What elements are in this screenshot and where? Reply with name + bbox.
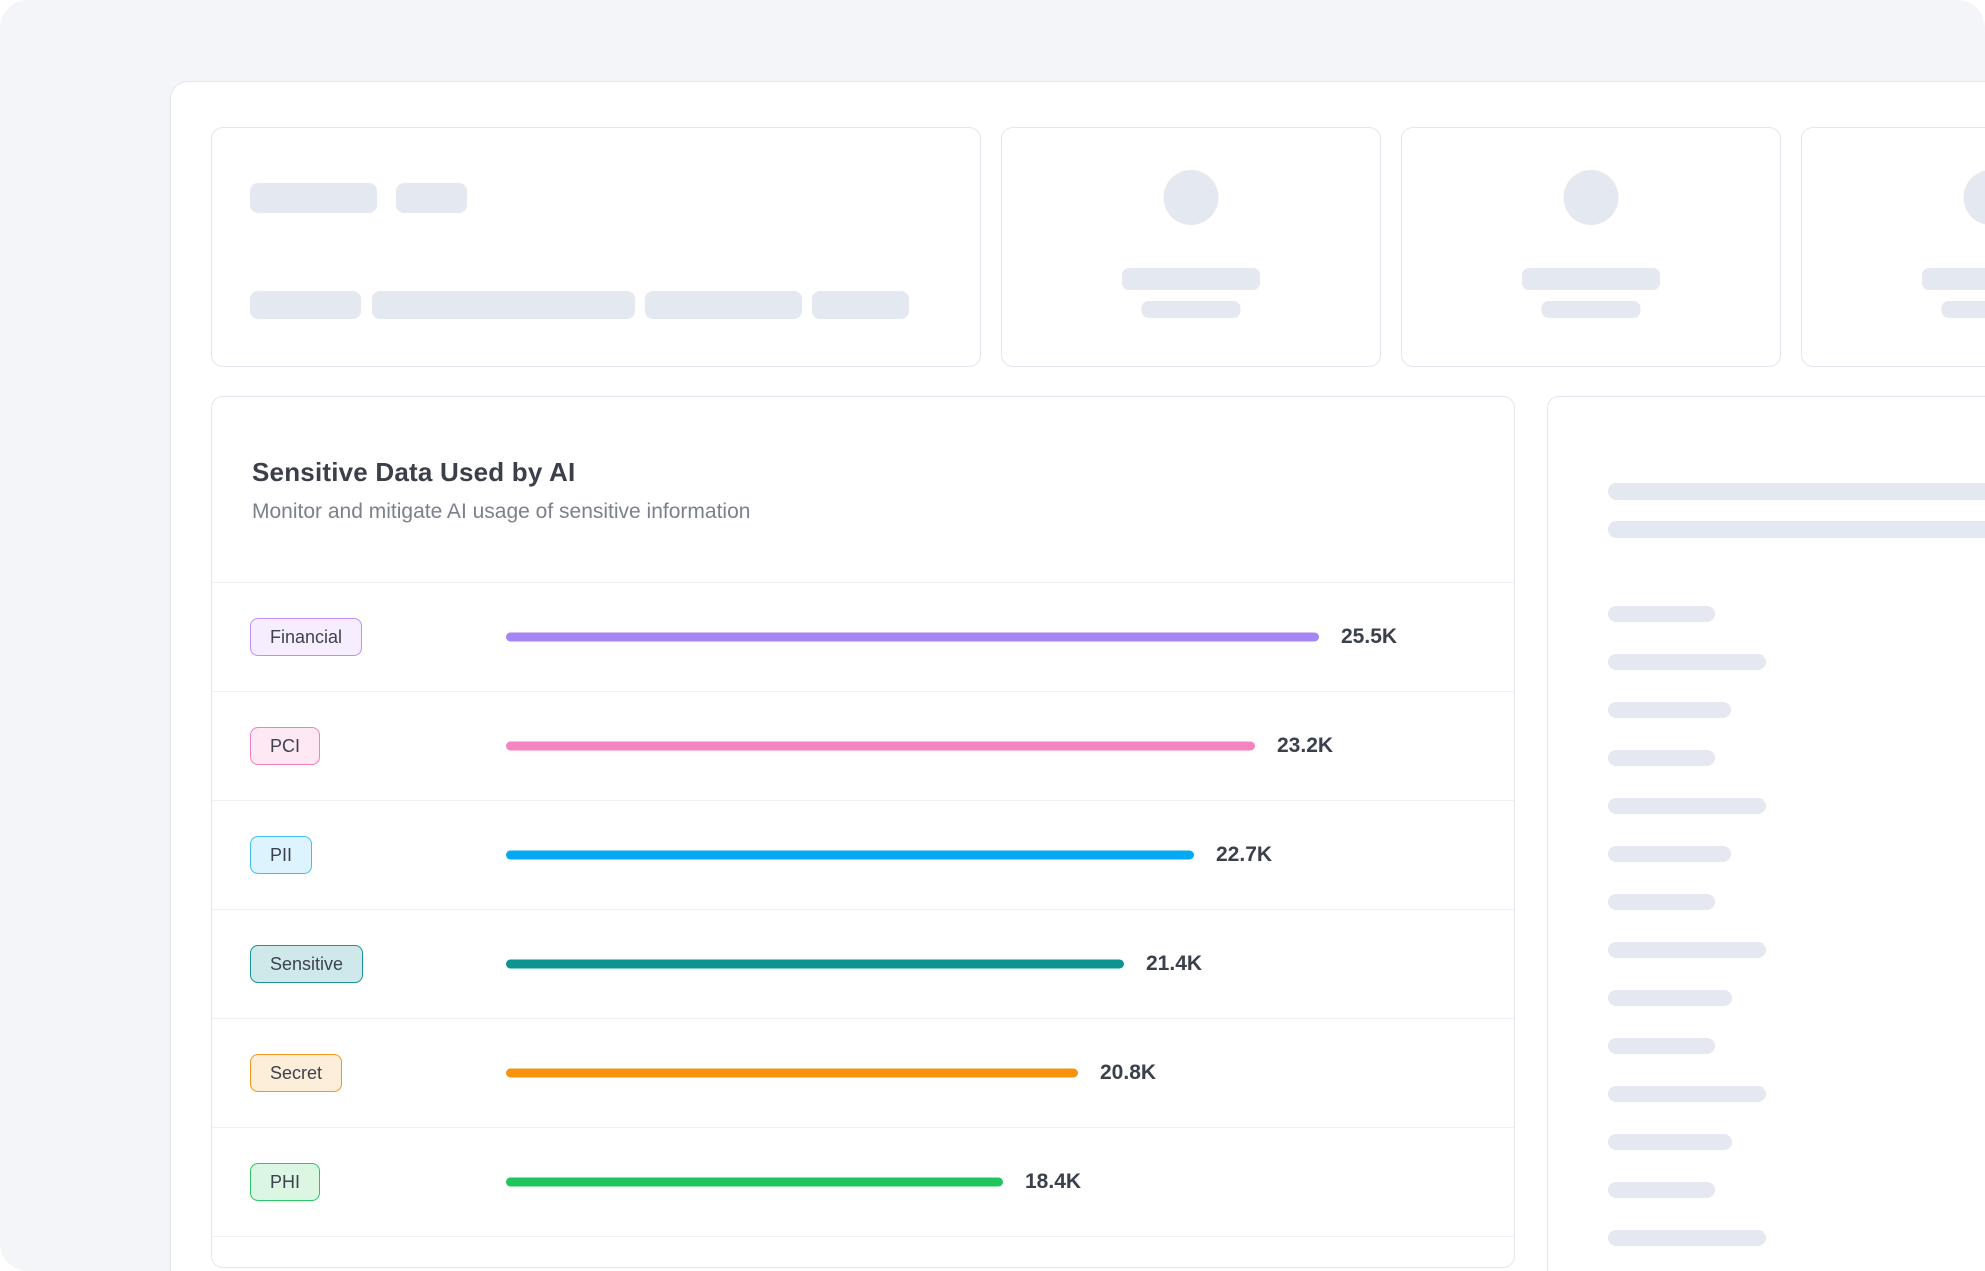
chart-row: PII 22.7K [212,801,1514,910]
category-bar [506,633,1319,642]
skeleton-avatar-card [1001,127,1381,367]
chart-header: Sensitive Data Used by AI Monitor and mi… [212,397,1514,583]
app-page: Sensitive Data Used by AI Monitor and mi… [0,0,1985,1271]
skeleton-line [1608,990,1732,1006]
skeleton-line [1608,1038,1715,1054]
skeleton-pill [250,183,377,213]
skeleton-bar [645,291,802,319]
chart-title: Sensitive Data Used by AI [252,455,1474,489]
avatar-placeholder [1564,170,1619,225]
skeleton-line [1608,894,1715,910]
skeleton-pill [396,183,467,213]
category-badge: Financial [250,618,362,656]
category-value: 21.4K [1146,952,1202,976]
skeleton-line [1522,268,1660,290]
skeleton-line [1608,846,1731,862]
skeleton-summary-card [211,127,981,367]
chart-row: Secret 20.8K [212,1019,1514,1128]
skeleton-line [1922,268,1985,290]
category-bar [506,1178,1003,1187]
top-cards-row [211,127,1985,367]
category-bar [506,851,1194,860]
skeleton-line [1142,301,1241,318]
chart-row: PHI 18.4K [212,1128,1514,1237]
skeleton-line [1542,301,1641,318]
skeleton-avatar-card [1401,127,1781,367]
chart-subtitle: Monitor and mitigate AI usage of sensiti… [252,498,1474,526]
skeleton-bar [372,291,635,319]
skeleton-line [1608,654,1766,670]
sensitive-data-chart-card: Sensitive Data Used by AI Monitor and mi… [211,396,1515,1268]
category-value: 20.8K [1100,1061,1156,1085]
skeleton-bar [250,291,361,319]
chart-rows: Financial 25.5K PCI 23.2K PII 22.7K Sens… [212,583,1514,1237]
skeleton-line [1122,268,1260,290]
skeleton-line [1942,301,1985,318]
skeleton-line [1608,1230,1766,1246]
skeleton-line [1608,750,1715,766]
category-bar [506,960,1124,969]
skeleton-line [1608,521,1985,538]
skeleton-line [1608,942,1766,958]
category-value: 23.2K [1277,734,1333,758]
category-badge: Sensitive [250,945,363,983]
category-badge: PHI [250,1163,320,1201]
chart-row: PCI 23.2K [212,692,1514,801]
skeleton-avatar-card [1801,127,1985,367]
chart-row: Sensitive 21.4K [212,910,1514,1019]
skeleton-line [1608,1086,1766,1102]
skeleton-line [1608,1182,1715,1198]
category-badge: Secret [250,1054,342,1092]
category-value: 18.4K [1025,1170,1081,1194]
skeleton-line [1608,1134,1732,1150]
avatar-placeholder [1964,170,1985,225]
chart-row: Financial 25.5K [212,583,1514,692]
category-bar [506,742,1255,751]
category-bar [506,1069,1078,1078]
skeleton-bar [812,291,909,319]
skeleton-line [1608,702,1731,718]
avatar-placeholder [1164,170,1219,225]
category-value: 25.5K [1341,625,1397,649]
skeleton-line [1608,798,1766,814]
category-value: 22.7K [1216,843,1272,867]
skeleton-line [1608,483,1985,500]
skeleton-side-card [1547,396,1985,1271]
category-badge: PCI [250,727,320,765]
category-badge: PII [250,836,312,874]
skeleton-line [1608,606,1715,622]
